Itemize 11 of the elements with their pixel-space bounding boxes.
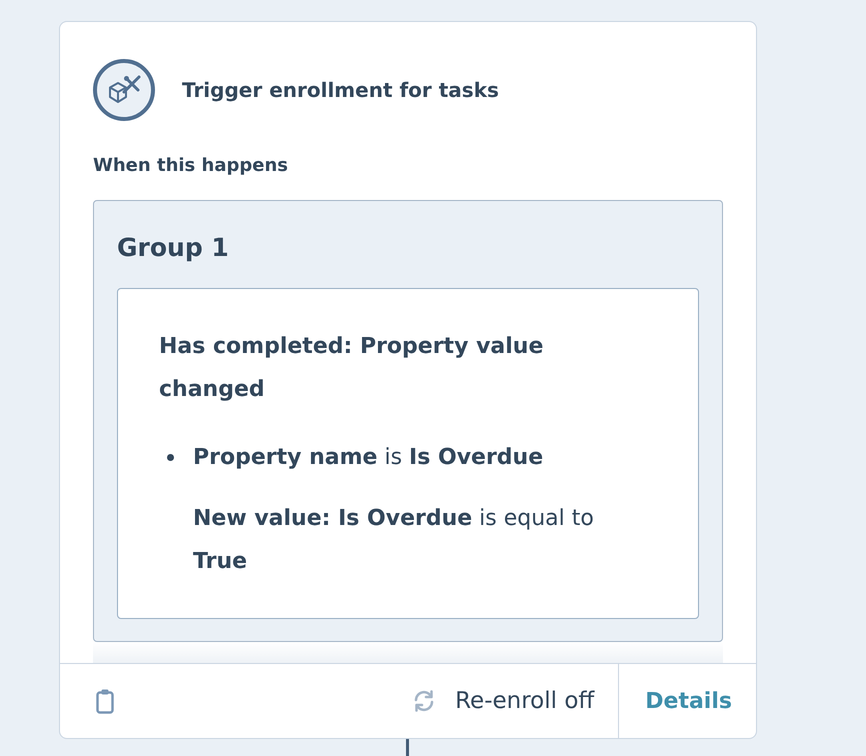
box-wrench-icon: [93, 59, 155, 121]
clipboard-icon[interactable]: [96, 688, 114, 714]
section-label: When this happens: [93, 154, 288, 178]
group-title: Group 1: [117, 232, 229, 264]
reenroll-status: Re-enroll off: [455, 687, 594, 716]
condition-heading: Has completed: Property value changed: [159, 333, 544, 404]
bullet-icon: [167, 454, 174, 461]
filter-text: Property name is Is Overdue: [193, 444, 544, 472]
filter-text: New value: Is Overdue is equal to True: [193, 505, 595, 576]
card-title: Trigger enrollment for tasks: [182, 77, 499, 103]
details-link[interactable]: Details: [618, 664, 756, 738]
